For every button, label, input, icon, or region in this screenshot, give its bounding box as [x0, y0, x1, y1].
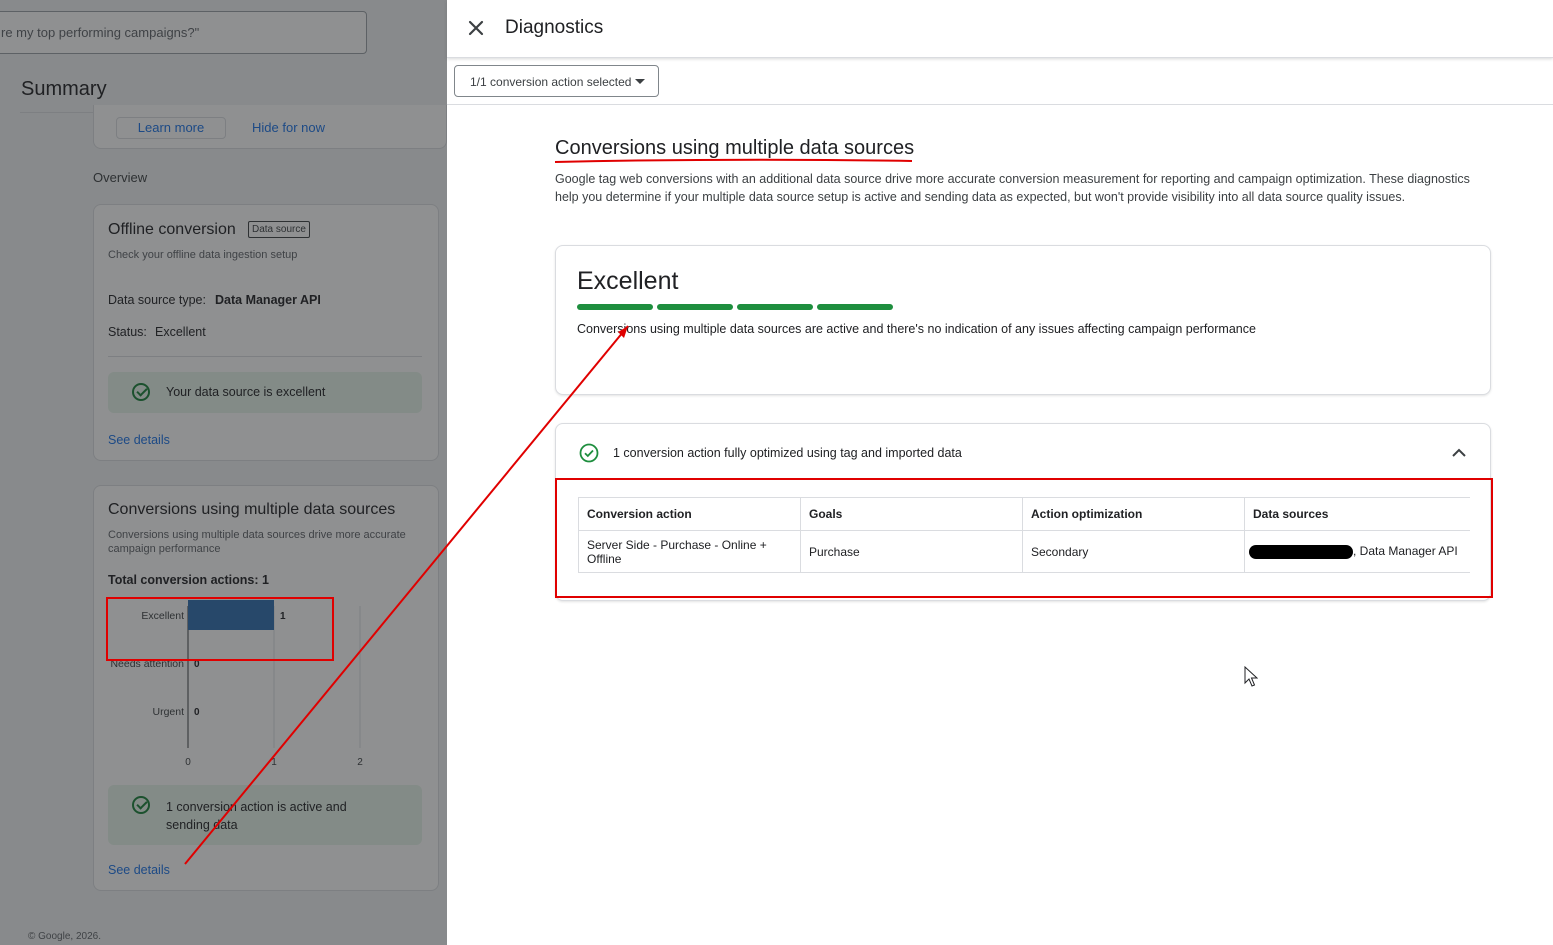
panel-header: Diagnostics — [447, 0, 1553, 58]
status-level-segment — [577, 304, 653, 310]
conversion-action-filter-dropdown[interactable]: 1/1 conversion action selected — [454, 65, 659, 97]
status-level-segment — [737, 304, 813, 310]
close-icon[interactable] — [465, 17, 487, 39]
diagnostics-panel: Diagnostics 1/1 conversion action select… — [447, 0, 1553, 945]
filter-label: 1/1 conversion action selected — [470, 75, 632, 89]
status-card: Excellent Conversions using multiple dat… — [555, 245, 1491, 395]
chevron-up-icon[interactable] — [1450, 444, 1468, 462]
annotation-underline — [554, 158, 913, 163]
mouse-cursor-icon — [1244, 666, 1258, 687]
panel-title: Diagnostics — [505, 17, 604, 38]
optimized-actions-label: 1 conversion action fully optimized usin… — [613, 446, 962, 460]
status-level-segment — [657, 304, 733, 310]
status-level-segment — [817, 304, 893, 310]
divider — [447, 104, 1553, 105]
check-circle-icon — [579, 443, 599, 463]
status-level-bars — [577, 304, 893, 310]
status-description: Conversions using multiple data sources … — [577, 322, 1256, 336]
modal-scrim[interactable] — [0, 0, 447, 945]
caret-down-icon — [635, 79, 645, 84]
section-title: Conversions using multiple data sources — [555, 137, 915, 159]
annotation-highlight-chart-bar — [106, 597, 334, 661]
status-title: Excellent — [577, 267, 679, 295]
section-description: Google tag web conversions with an addit… — [555, 172, 1470, 204]
annotation-highlight-table — [555, 478, 1493, 598]
